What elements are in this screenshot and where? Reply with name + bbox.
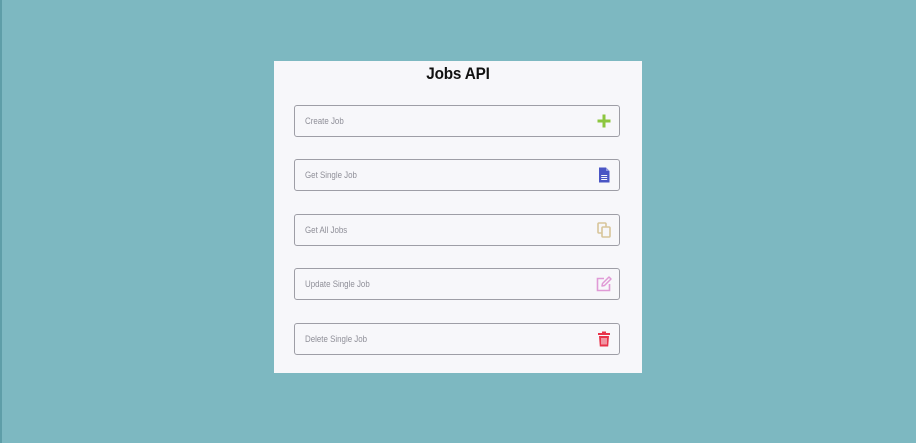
get-single-job-label: Get Single Job: [305, 170, 357, 180]
window-edge: [0, 0, 2, 443]
get-all-jobs-button[interactable]: Get All Jobs: [294, 214, 620, 246]
document-icon: [595, 166, 613, 184]
get-all-jobs-label: Get All Jobs: [305, 225, 348, 235]
page-title: Jobs API: [426, 64, 490, 83]
edit-icon: [595, 275, 613, 293]
update-single-job-button[interactable]: Update Single Job: [294, 268, 620, 300]
plus-icon: [595, 112, 613, 130]
jobs-api-panel: Jobs API Create Job Get Single Job Get A…: [274, 61, 642, 373]
delete-single-job-button[interactable]: Delete Single Job: [294, 323, 620, 355]
trash-icon: [595, 330, 613, 348]
create-job-label: Create Job: [305, 116, 344, 126]
create-job-button[interactable]: Create Job: [294, 105, 620, 137]
update-single-job-label: Update Single Job: [305, 279, 370, 289]
delete-single-job-label: Delete Single Job: [305, 334, 368, 344]
copy-icon: [595, 221, 613, 239]
get-single-job-button[interactable]: Get Single Job: [294, 159, 620, 191]
